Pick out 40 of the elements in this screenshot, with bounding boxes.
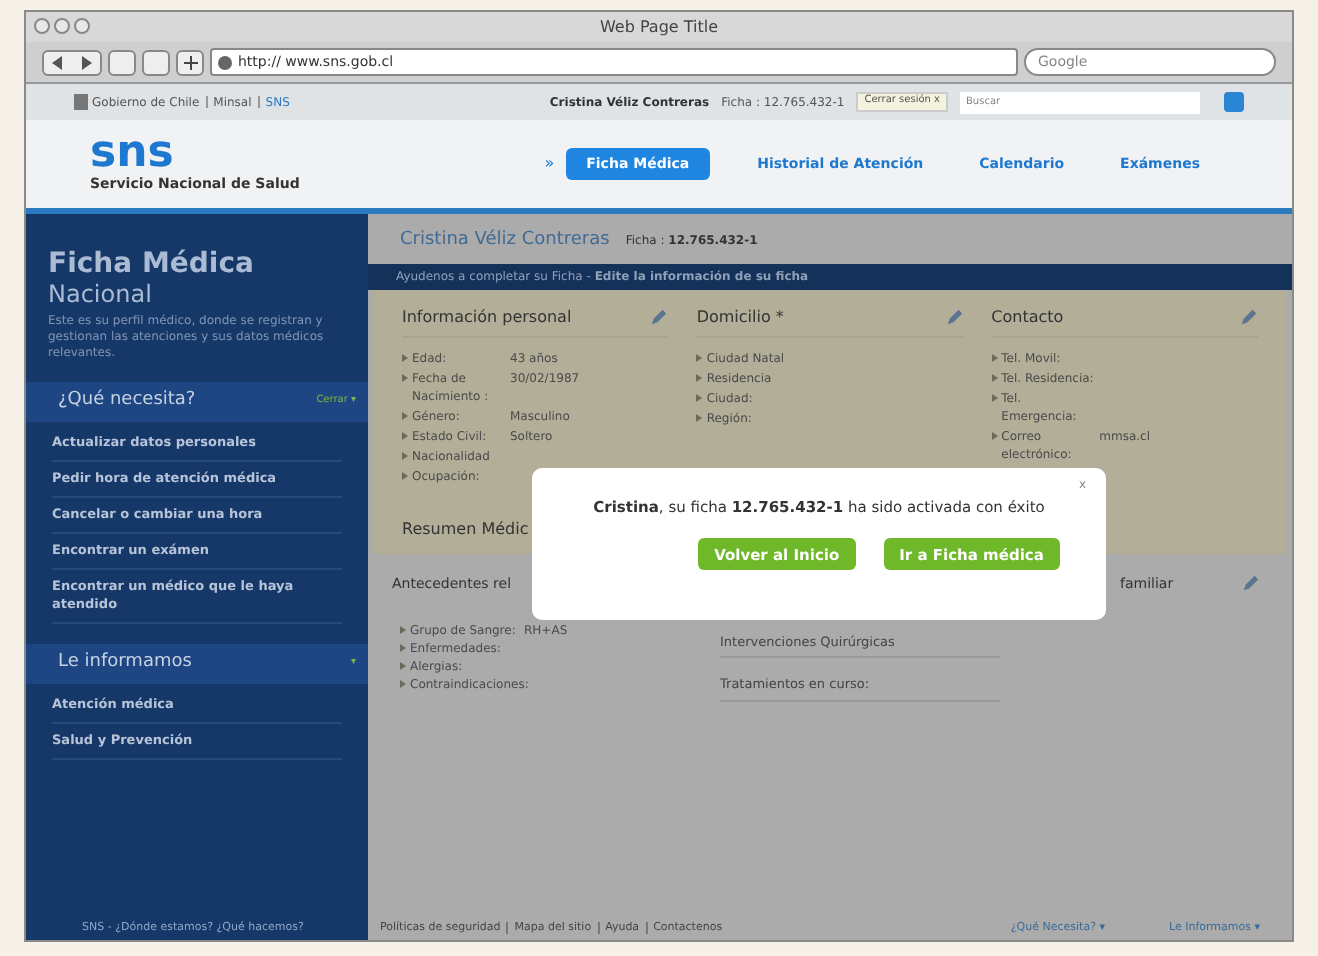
pencil-icon[interactable]	[650, 308, 669, 326]
panel-title: Domicilio *	[696, 305, 784, 329]
pencil-icon[interactable]	[945, 308, 964, 326]
panel-title: Contacto	[991, 305, 1064, 329]
bullet-icon	[991, 393, 998, 401]
add-bookmark-button[interactable]	[176, 49, 204, 75]
bullet-icon	[696, 353, 703, 361]
sns-logo[interactable]: sns	[90, 133, 300, 174]
back-forward-button[interactable]	[42, 49, 102, 75]
search-button[interactable]	[1224, 92, 1244, 112]
bullet-icon	[402, 353, 408, 361]
summary-title: Resumen Médic	[402, 517, 531, 541]
window-title: Web Page Title	[599, 15, 719, 39]
patient-name: Cristina Véliz Contreras	[400, 228, 610, 254]
panel-title: Información personal	[402, 305, 572, 329]
bullet-icon	[991, 353, 998, 361]
bullet-icon	[402, 373, 408, 381]
bullet-icon	[400, 662, 406, 670]
bullet-icon	[402, 451, 408, 459]
forward-icon[interactable]	[80, 55, 92, 69]
bullet-icon	[400, 626, 406, 634]
section-title: ¿Qué necesita?	[58, 388, 196, 415]
sidebar-title: Ficha Médica	[46, 250, 256, 280]
bullet-icon	[402, 411, 408, 419]
sidebar-subtitle: Nacional	[46, 280, 154, 308]
pencil-icon[interactable]	[1242, 573, 1260, 591]
bullet-icon	[400, 644, 406, 652]
bullet-icon	[696, 393, 703, 401]
bullet-icon	[400, 680, 406, 688]
bullet-icon	[991, 431, 998, 439]
nav-marker: »	[544, 152, 555, 176]
bullet-icon	[696, 413, 703, 421]
bullet-icon	[402, 471, 408, 479]
plus-icon	[183, 55, 197, 69]
bullet-icon	[991, 373, 998, 381]
pencil-icon[interactable]	[1239, 308, 1258, 326]
section-title: Le informamos	[58, 650, 192, 677]
back-icon[interactable]	[52, 55, 64, 69]
bullet-icon	[696, 373, 703, 381]
bullet-icon	[402, 431, 408, 439]
